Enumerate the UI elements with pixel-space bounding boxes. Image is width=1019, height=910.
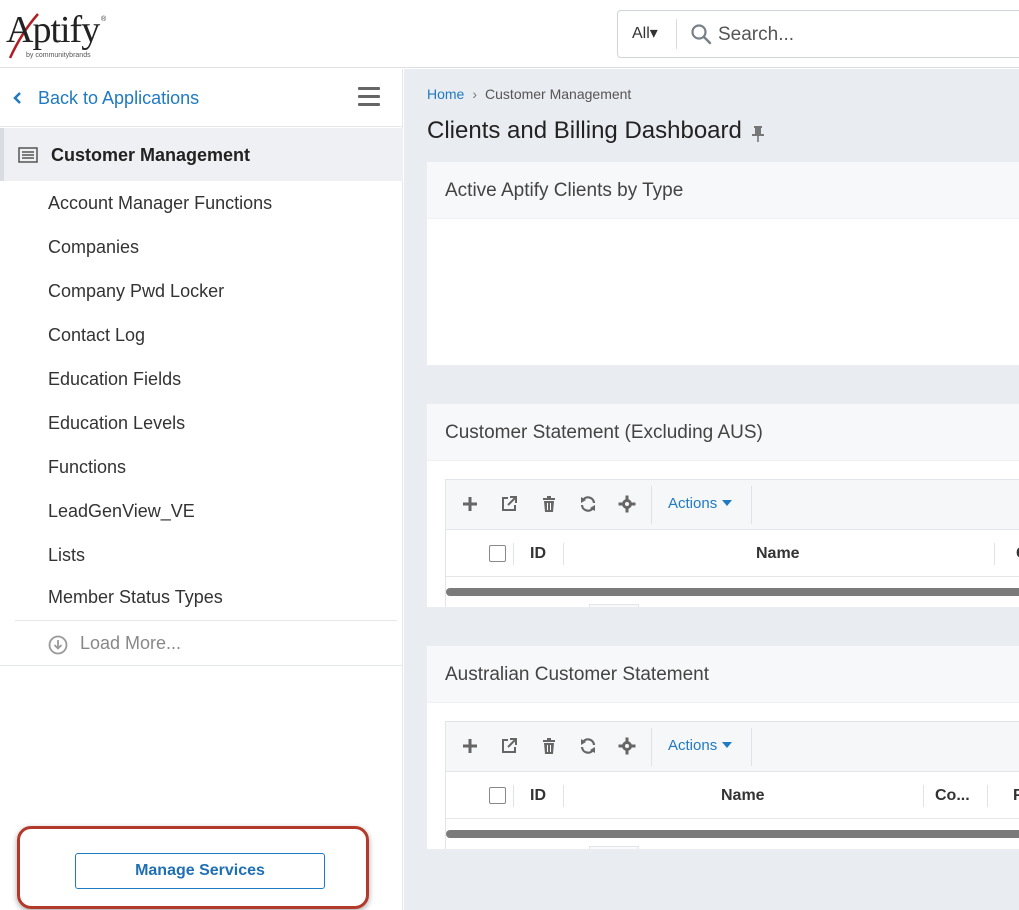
sidebar-nav-list: Account Manager Functions Companies Comp…: [0, 181, 403, 619]
chevron-left-icon[interactable]: [12, 91, 22, 105]
sidebar-item-education-fields[interactable]: Education Fields: [0, 357, 403, 401]
load-more-link[interactable]: Load More...: [80, 633, 181, 654]
column-divider: [513, 785, 514, 807]
global-search: All▾: [617, 10, 1019, 58]
download-circle-icon: [48, 635, 68, 655]
toolbar-divider: [751, 728, 752, 766]
column-header-name[interactable]: Name: [721, 787, 765, 805]
sidebar-item-companies[interactable]: Companies: [0, 225, 403, 269]
logo-byline: by communitybrands: [26, 52, 91, 59]
column-header-name[interactable]: Name: [756, 545, 800, 563]
card-active-aptify-clients: Active Aptify Clients by Type: [427, 162, 1019, 365]
caret-down-icon: [722, 742, 733, 748]
plus-icon[interactable]: [461, 737, 479, 755]
main-content: Home › Customer Management Clients and Bil…: [404, 69, 1019, 910]
card-title: Customer Statement (Excluding AUS): [427, 404, 1019, 461]
aptify-logo[interactable]: Aptify ® by communitybrands: [6, 9, 116, 62]
search-icon[interactable]: [690, 23, 712, 45]
grid-pager-stub: [589, 604, 639, 607]
column-divider: [994, 543, 995, 565]
sidebar-item-contact-log[interactable]: Contact Log: [0, 313, 403, 357]
manage-services-button[interactable]: Manage Services: [75, 853, 325, 889]
column-divider: [563, 543, 564, 565]
select-all-checkbox[interactable]: [489, 545, 506, 562]
breadcrumb: Home › Customer Management: [427, 86, 631, 102]
sidebar-item-member-status-types[interactable]: Member Status Types: [0, 577, 403, 619]
trash-icon[interactable]: [540, 737, 558, 755]
actions-dropdown[interactable]: Actions: [668, 737, 733, 754]
grid-pager-stub: [589, 846, 639, 849]
australian-statement-grid: Actions ID Name Co... F: [445, 721, 1019, 849]
gear-icon[interactable]: [618, 737, 636, 755]
toolbar-divider: [751, 486, 752, 524]
actions-label: Actions: [668, 495, 718, 512]
toolbar-divider: [651, 728, 652, 766]
column-header-id[interactable]: ID: [530, 787, 546, 805]
horizontal-scrollbar[interactable]: [446, 588, 1019, 596]
search-divider: [676, 19, 677, 49]
search-scope-dropdown[interactable]: All▾: [632, 23, 658, 43]
load-more-row[interactable]: Load More...: [15, 620, 397, 665]
sidebar-item-account-manager-functions[interactable]: Account Manager Functions: [0, 181, 403, 225]
breadcrumb-home-link[interactable]: Home: [427, 86, 464, 102]
grid-toolbar: Actions: [446, 480, 1019, 530]
list-icon: [18, 147, 38, 163]
back-to-applications-row[interactable]: Back to Applications: [0, 69, 403, 127]
customer-statement-grid: Actions ID Name C: [445, 479, 1019, 607]
sidebar-item-leadgenview-ve[interactable]: LeadGenView_VE: [0, 489, 403, 533]
column-divider: [923, 785, 924, 807]
grid-toolbar: Actions: [446, 722, 1019, 772]
sidebar-item-education-levels[interactable]: Education Levels: [0, 401, 403, 445]
card-title: Active Aptify Clients by Type: [427, 162, 1019, 219]
card-customer-statement: Customer Statement (Excluding AUS) Actio…: [427, 404, 1019, 607]
sidebar: Back to Applications Customer Management…: [0, 69, 403, 910]
column-header-f[interactable]: F: [1013, 787, 1019, 805]
external-link-icon[interactable]: [500, 495, 518, 513]
sidebar-item-functions[interactable]: Functions: [0, 445, 403, 489]
horizontal-scrollbar[interactable]: [446, 830, 1019, 838]
sidebar-item-lists[interactable]: Lists: [0, 533, 403, 577]
gear-icon[interactable]: [618, 495, 636, 513]
sidebar-section-title: Customer Management: [51, 145, 251, 165]
toolbar-divider: [651, 486, 652, 524]
external-link-icon[interactable]: [500, 737, 518, 755]
column-divider: [987, 785, 988, 807]
refresh-icon[interactable]: [579, 737, 597, 755]
card-australian-customer-statement: Australian Customer Statement Actions ID…: [427, 646, 1019, 849]
card-title: Australian Customer Statement: [427, 646, 1019, 703]
caret-down-icon: [722, 500, 733, 506]
plus-icon[interactable]: [461, 495, 479, 513]
grid-header-row: ID Name C: [446, 531, 1019, 577]
search-input[interactable]: [718, 21, 1018, 49]
column-header-id[interactable]: ID: [530, 545, 546, 563]
logo-registered-mark: ®: [101, 16, 107, 23]
select-all-checkbox[interactable]: [489, 787, 506, 804]
logo-wordmark: Aptify: [6, 9, 100, 51]
column-header-co[interactable]: Co...: [935, 787, 970, 805]
breadcrumb-separator: ›: [472, 86, 478, 102]
top-header: Aptify ® by communitybrands All▾: [0, 0, 1019, 68]
hamburger-icon[interactable]: [358, 87, 382, 109]
pin-icon[interactable]: [751, 125, 765, 143]
page-title: Clients and Billing Dashboard: [427, 117, 742, 144]
grid-header-row: ID Name Co... F: [446, 773, 1019, 819]
sidebar-item-company-pwd-locker[interactable]: Company Pwd Locker: [0, 269, 403, 313]
column-divider: [563, 785, 564, 807]
back-to-applications-link[interactable]: Back to Applications: [38, 88, 199, 109]
sidebar-divider: [0, 665, 403, 666]
column-divider: [513, 543, 514, 565]
trash-icon[interactable]: [540, 495, 558, 513]
refresh-icon[interactable]: [579, 495, 597, 513]
sidebar-section-customer-management[interactable]: Customer Management: [0, 128, 403, 181]
actions-label: Actions: [668, 737, 718, 754]
breadcrumb-current: Customer Management: [485, 86, 632, 102]
actions-dropdown[interactable]: Actions: [668, 495, 733, 512]
